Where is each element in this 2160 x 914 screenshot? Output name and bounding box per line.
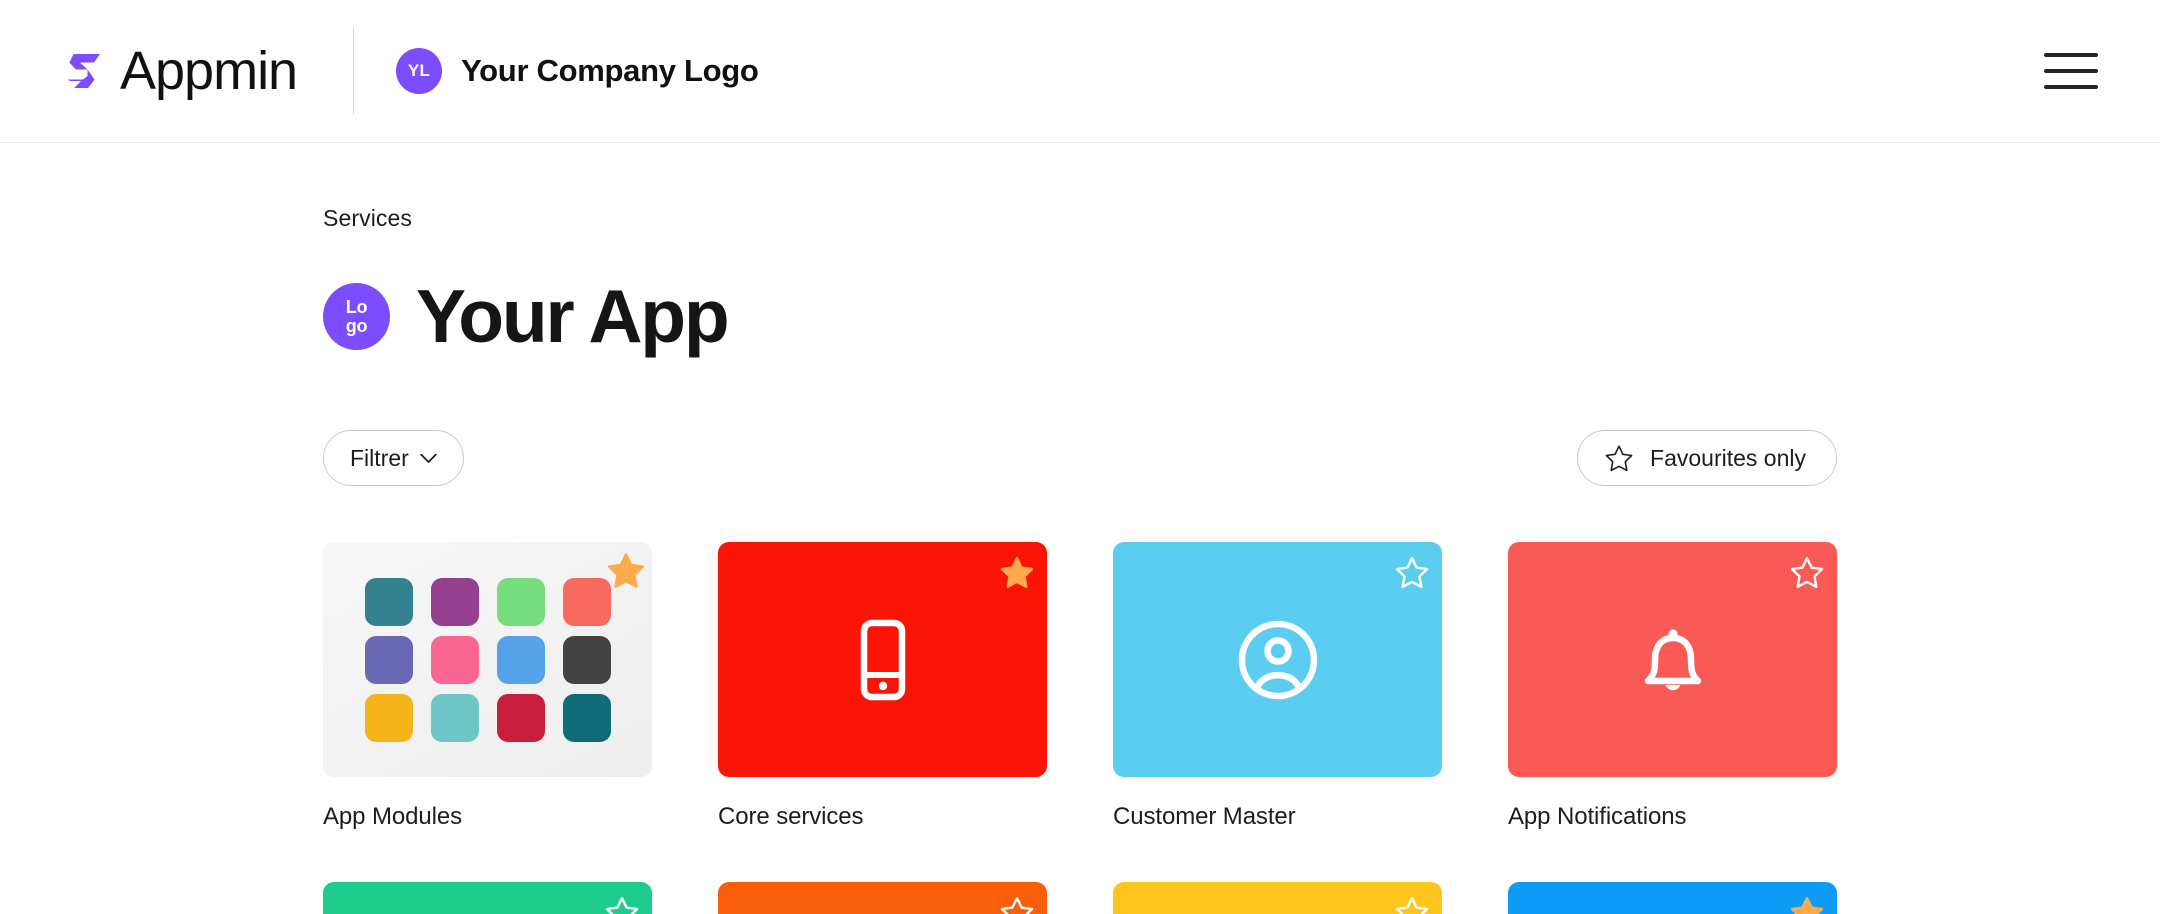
color-swatch: [496, 635, 545, 684]
service-card-tile[interactable]: [1113, 881, 1442, 914]
service-card-tile[interactable]: [718, 542, 1047, 777]
service-card-label: App Notifications: [1508, 803, 1687, 830]
service-card-tile[interactable]: [1508, 542, 1837, 777]
color-swatch-grid-icon: [323, 542, 652, 777]
bell-icon: [1644, 628, 1701, 690]
service-card-tile[interactable]: [323, 542, 652, 777]
service-card-tile[interactable]: [323, 881, 652, 914]
star-outline-icon[interactable]: [1789, 555, 1825, 590]
main-content: Services Lo go Your App Filtrer Favourit…: [0, 143, 2160, 914]
star-filled-icon[interactable]: [606, 551, 646, 590]
star-outline-icon: [1605, 444, 1633, 471]
service-card-background: [1113, 542, 1442, 777]
color-swatch: [430, 693, 479, 742]
brand-zone: Appmin YL Your Company Logo: [62, 0, 759, 142]
star-filled-icon[interactable]: [1789, 895, 1825, 914]
service-card-tile[interactable]: [718, 881, 1047, 914]
company-zone[interactable]: YL Your Company Logo: [396, 48, 759, 94]
color-swatch: [496, 577, 545, 626]
star-filled-icon[interactable]: [999, 555, 1035, 590]
color-swatch: [430, 635, 479, 684]
app-header: Appmin YL Your Company Logo: [0, 0, 2160, 143]
color-swatch: [364, 693, 413, 742]
header-divider: [353, 28, 355, 114]
service-card[interactable]: App Notifications: [1508, 542, 1837, 832]
app-logo-badge: Lo go: [323, 283, 390, 350]
favourites-only-button[interactable]: Favourites only: [1577, 430, 1837, 486]
content-container: Services Lo go Your App Filtrer Favourit…: [62, 143, 2098, 914]
hamburger-bar: [2044, 53, 2098, 57]
filter-button[interactable]: Filtrer: [323, 430, 464, 486]
service-card-label: Customer Master: [1113, 803, 1296, 830]
app-logo-badge-line1: Lo: [345, 297, 368, 318]
filter-button-label: Filtrer: [350, 444, 409, 471]
star-outline-icon[interactable]: [1394, 895, 1430, 914]
user-circle-icon: [1238, 620, 1317, 699]
service-card[interactable]: [1113, 881, 1442, 914]
color-swatch: [364, 635, 413, 684]
service-card-background: [1113, 881, 1442, 914]
service-card-background: [323, 542, 652, 777]
service-card-label: App Modules: [323, 803, 462, 830]
star-outline-icon[interactable]: [604, 895, 640, 914]
company-name: Your Company Logo: [461, 53, 759, 88]
hamburger-menu-icon[interactable]: [2044, 50, 2098, 92]
star-outline-icon[interactable]: [1394, 555, 1430, 590]
page-title: Your App: [416, 274, 730, 358]
breadcrumb[interactable]: Services: [323, 143, 1837, 232]
service-card[interactable]: [323, 881, 652, 914]
star-outline-icon[interactable]: [999, 895, 1035, 914]
service-card-background: [323, 881, 652, 914]
color-swatch: [562, 577, 611, 626]
service-card[interactable]: [718, 881, 1047, 914]
appmin-s-logo-icon: [68, 54, 100, 88]
service-card-background: [1508, 881, 1837, 914]
service-card[interactable]: [1508, 881, 1837, 914]
service-card-label: Core services: [718, 803, 864, 830]
hamburger-bar: [2044, 85, 2098, 89]
color-swatch: [562, 693, 611, 742]
service-card[interactable]: Customer Master: [1113, 542, 1442, 832]
service-card[interactable]: App Modules: [323, 542, 652, 832]
service-card[interactable]: Core services: [718, 542, 1047, 832]
mobile-device-icon: [860, 619, 905, 700]
service-card-tile[interactable]: [1113, 542, 1442, 777]
service-card-tile[interactable]: [1508, 881, 1837, 914]
favourites-only-label: Favourites only: [1650, 444, 1806, 471]
appmin-wordmark: Appmin: [120, 41, 298, 101]
toolbar: Filtrer Favourites only: [323, 430, 1837, 486]
service-card-background: [718, 542, 1047, 777]
service-card-background: [718, 881, 1047, 914]
service-card-background: [1508, 542, 1837, 777]
color-swatch: [430, 577, 479, 626]
color-swatch: [496, 693, 545, 742]
hamburger-bar: [2044, 69, 2098, 73]
app-logo-badge-line2: go: [345, 315, 368, 336]
page-title-row: Lo go Your App: [323, 279, 1837, 354]
appmin-home-link[interactable]: Appmin: [62, 41, 298, 101]
color-swatch: [364, 577, 413, 626]
color-swatch: [562, 635, 611, 684]
chevron-down-icon: [420, 453, 437, 463]
company-avatar: YL: [396, 48, 443, 94]
service-card-grid: App Modules Core services Customer Master A…: [323, 542, 1837, 914]
